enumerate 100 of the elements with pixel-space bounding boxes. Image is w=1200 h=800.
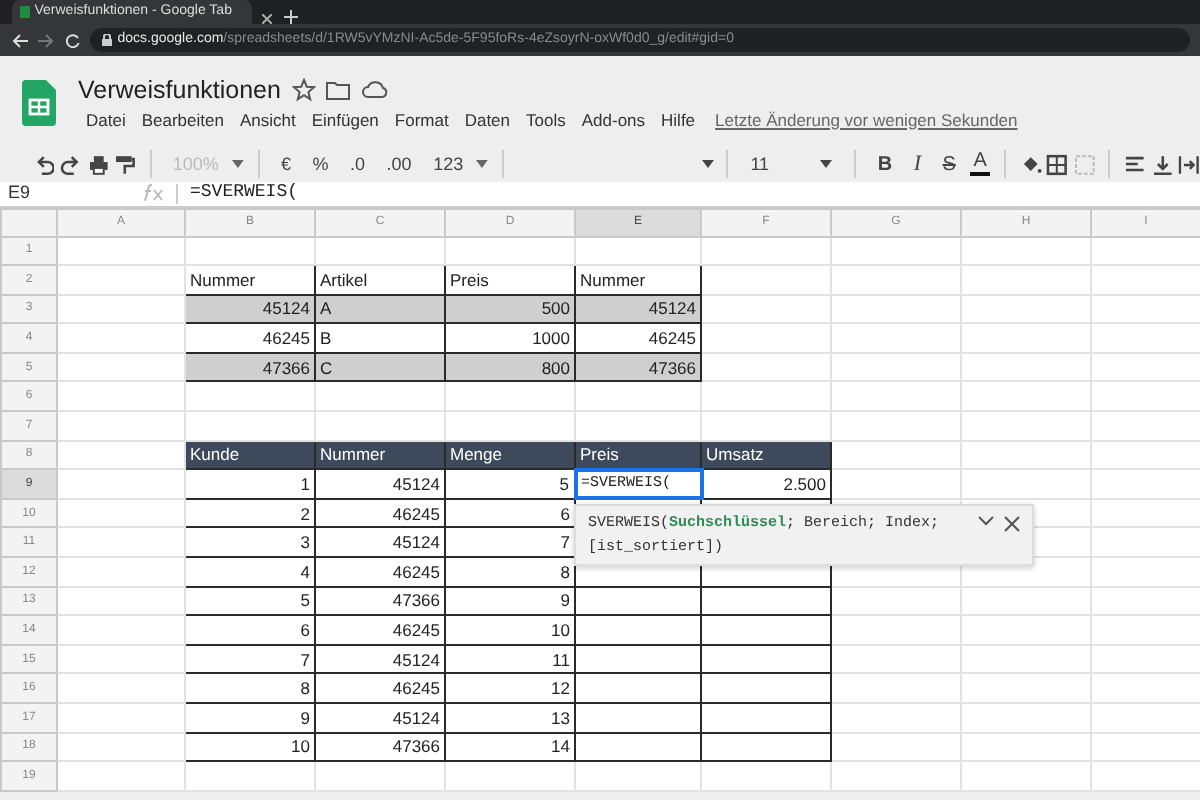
text-color-label[interactable]: A [969, 152, 991, 177]
table-cell [701, 673, 831, 703]
table-cell: B [315, 323, 445, 353]
table-cell [701, 644, 831, 674]
menu-item[interactable]: Format [386, 107, 457, 133]
formula-input[interactable]: =SVERWEIS( [178, 179, 299, 207]
table-cell: 5 [185, 586, 315, 616]
reload-icon[interactable] [65, 33, 79, 47]
table-cell: 10 [185, 732, 315, 762]
align-left-icon[interactable] [1124, 153, 1146, 176]
caret-icon [820, 160, 833, 169]
table-cell: C [315, 352, 445, 382]
menu-item[interactable]: Ansicht [231, 107, 304, 133]
undo-icon[interactable] [33, 153, 55, 176]
table-cell [575, 703, 701, 733]
table-cell: 1 [185, 469, 315, 499]
table-cell [701, 615, 831, 645]
menu-item[interactable]: Add-ons [573, 107, 654, 133]
sheets-icon [19, 6, 29, 18]
menu-item[interactable]: Tools [518, 107, 574, 133]
table-cell: 14 [445, 732, 575, 762]
table-cell: 47366 [315, 732, 445, 762]
text-wrap-icon[interactable] [1178, 153, 1200, 176]
table-cell: 46245 [575, 323, 701, 353]
star-icon[interactable] [291, 77, 316, 102]
cloud-icon[interactable] [361, 80, 388, 99]
document-title[interactable]: Verweisfunktionen [78, 71, 281, 108]
table-cell: 45124 [185, 294, 315, 324]
table-cell [575, 644, 701, 674]
table-cell: 2.500 [701, 469, 831, 499]
borders-icon[interactable] [1046, 153, 1069, 176]
font-size-dropdown[interactable]: 11 [742, 151, 841, 178]
percent-format-label[interactable]: % [304, 151, 337, 178]
table-cell: Nummer [575, 265, 701, 295]
table-cell [575, 732, 701, 762]
table-cell: 45124 [315, 527, 445, 558]
strikethrough-label[interactable]: S [934, 149, 964, 180]
menu-item[interactable]: Bearbeiten [133, 107, 232, 133]
table-cell: 10 [445, 615, 575, 645]
merge-cells-icon[interactable] [1073, 153, 1096, 176]
table-cell: 3 [185, 527, 315, 558]
print-icon[interactable] [87, 153, 109, 176]
close-icon[interactable] [262, 14, 272, 24]
table-cell: 500 [445, 294, 575, 324]
menu-item[interactable]: Hilfe [653, 107, 704, 133]
bold-label[interactable]: B [869, 149, 901, 180]
sheets-logo-icon [22, 79, 56, 125]
table-cell: 46245 [315, 673, 445, 703]
table-cell [701, 732, 831, 762]
table-cell: 6 [185, 615, 315, 645]
table-cell: 46245 [185, 323, 315, 353]
name-box[interactable]: E9 [0, 179, 140, 207]
currency-format-label[interactable]: € [273, 151, 300, 178]
caret-icon [232, 160, 245, 169]
back-arrow-icon[interactable] [11, 33, 27, 47]
table-cell: 9 [185, 703, 315, 733]
increase-decimals-label[interactable]: .00 [378, 151, 420, 178]
table-cell [575, 586, 701, 616]
chevron-down-icon[interactable] [977, 516, 993, 527]
table-cell: Preis [445, 265, 575, 295]
menu-item[interactable]: Daten [456, 107, 519, 133]
table-cell: 45124 [575, 294, 701, 324]
table-cell: 46245 [315, 615, 445, 645]
fill-bucket-icon[interactable] [1019, 153, 1042, 176]
table-cell: Nummer [185, 265, 315, 295]
table-cell: 13 [445, 703, 575, 733]
table-cell: 45124 [315, 644, 445, 674]
plus-icon[interactable] [283, 10, 297, 24]
column-heading-cell: Nummer [315, 440, 445, 470]
lock-icon [102, 34, 112, 46]
table-cell: 1000 [445, 323, 575, 353]
redo-icon[interactable] [60, 153, 82, 176]
table-cell: 47366 [315, 586, 445, 616]
fx-icon [140, 184, 164, 202]
caret-icon [476, 160, 489, 169]
folder-icon[interactable] [326, 79, 351, 100]
paint-roller-icon[interactable] [114, 153, 136, 176]
menu-item[interactable]: Datei [78, 107, 134, 133]
table-cell: 8 [185, 673, 315, 703]
align-bottom-icon[interactable] [1151, 153, 1173, 176]
italic-label[interactable]: I [905, 148, 930, 181]
column-heading-cell: Umsatz [701, 440, 831, 470]
table-cell [701, 703, 831, 733]
table-cell: 4 [185, 557, 315, 587]
close-icon[interactable] [1004, 516, 1020, 533]
table-cell: 800 [445, 352, 575, 382]
forward-arrow-icon[interactable] [38, 33, 54, 47]
menu-item[interactable]: Einfügen [303, 107, 387, 133]
decrease-decimals-label[interactable]: .0 [342, 151, 374, 178]
table-cell: 45124 [315, 703, 445, 733]
table-cell: 12 [445, 673, 575, 703]
table-cell: 47366 [185, 352, 315, 382]
table-cell: 7 [185, 644, 315, 674]
caret-icon [701, 160, 714, 169]
number-format-label[interactable]: 123 [425, 151, 472, 178]
table-cell [575, 615, 701, 645]
table-cell: 47366 [575, 352, 701, 382]
table-cell [575, 673, 701, 703]
last-edit-link[interactable]: Letzte Änderung vor wenigen Sekunden [715, 107, 1018, 133]
table-cell: 46245 [315, 498, 445, 528]
